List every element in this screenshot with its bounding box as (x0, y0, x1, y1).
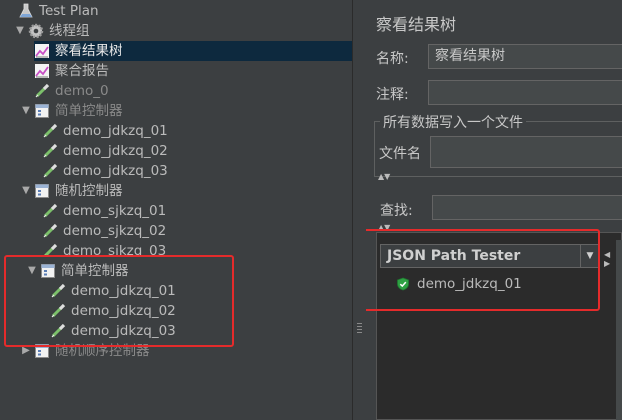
controller-icon (34, 183, 50, 199)
tree-node-simple-controller[interactable]: ▼ 简单控制器 (20, 101, 123, 121)
comment-field[interactable] (428, 80, 622, 105)
tree-node-sampler[interactable]: demo_sjkzq_02 (42, 221, 166, 241)
tree-node-label: demo_0 (55, 83, 109, 99)
tree-node-label: demo_sjkzq_02 (63, 223, 167, 239)
pane-splitter[interactable] (352, 0, 367, 420)
collapse-toggle-icon[interactable]: ▲▼ (378, 172, 390, 181)
tree-node-label: 察看结果树 (55, 43, 123, 59)
panel-title: 察看结果树 (376, 15, 457, 34)
pipette-icon (34, 83, 50, 99)
tree-node-label: Test Plan (39, 3, 99, 19)
name-label: 名称: (376, 51, 409, 67)
tree-node-label: demo_jdkzq_03 (63, 163, 168, 179)
controller-icon (34, 103, 50, 119)
view-results-tree-panel: 察看结果树 名称: 察看结果树 注释: 所有数据写入一个文件 文件名 ▲▼ 查找… (366, 0, 622, 420)
tree-node-thread-group[interactable]: ▼ 线程组 (14, 21, 90, 41)
tree-node-label: 随机控制器 (55, 183, 123, 199)
tree-node-label: demo_sjkzq_03 (63, 243, 167, 255)
filename-field[interactable] (430, 136, 622, 168)
tree-node-view-results-tree[interactable]: 察看结果树 (34, 41, 352, 61)
tree-node-sampler[interactable]: demo_jdkzq_01 (42, 121, 168, 141)
splitter-grip-icon[interactable] (357, 323, 362, 335)
annotation-highlight-box (366, 229, 600, 311)
pipette-icon (42, 143, 58, 159)
search-field[interactable] (432, 195, 622, 220)
file-output-group-title: 所有数据写入一个文件 (380, 112, 526, 132)
collapse-arrow-icon[interactable]: ▼ (20, 101, 32, 121)
tree-node-sampler[interactable]: demo_sjkzq_03 (42, 241, 166, 255)
filename-label: 文件名 (379, 146, 421, 162)
tree-node-label: 线程组 (49, 23, 90, 39)
tree-node-label: 简单控制器 (55, 103, 123, 119)
pipette-icon (42, 243, 58, 255)
tree-node-label: demo_jdkzq_02 (63, 143, 168, 159)
search-label: 查找: (380, 203, 413, 219)
pipette-icon (42, 123, 58, 139)
flask-icon (18, 3, 34, 19)
graph-icon (34, 63, 50, 79)
collapse-arrow-icon[interactable]: ▼ (20, 181, 32, 201)
tree-node-sampler[interactable]: demo_jdkzq_03 (42, 161, 168, 181)
tree-node-label: demo_sjkzq_01 (63, 203, 167, 219)
test-plan-tree: Test Plan ▼ 线程组 察看结果树 聚合报告 demo_0 ▼ 简单控制… (0, 0, 352, 420)
tree-node-sampler[interactable]: demo_jdkzq_02 (42, 141, 168, 161)
tree-node-aggregate-report[interactable]: 聚合报告 (34, 61, 109, 81)
pipette-icon (42, 203, 58, 219)
tree-node-test-plan[interactable]: Test Plan (4, 1, 99, 21)
tree-node-label: demo_jdkzq_01 (63, 123, 168, 139)
pipette-icon (42, 163, 58, 179)
tree-node-sampler[interactable]: demo_0 (34, 81, 109, 101)
collapse-arrow-icon[interactable]: ▼ (14, 21, 26, 41)
pipette-icon (42, 223, 58, 239)
name-field[interactable]: 察看结果树 (428, 44, 622, 69)
tree-node-sampler[interactable]: demo_sjkzq_01 (42, 201, 166, 221)
annotation-highlight-box (4, 255, 234, 347)
graph-icon (34, 43, 50, 59)
tree-node-label: 聚合报告 (55, 63, 109, 79)
gear-icon (28, 23, 44, 39)
splitter-arrows-icon[interactable]: ◀ ▶ (604, 250, 610, 268)
tree-node-random-controller[interactable]: ▼ 随机控制器 (20, 181, 123, 201)
comment-label: 注释: (376, 87, 409, 103)
response-pane-edge (616, 240, 622, 420)
